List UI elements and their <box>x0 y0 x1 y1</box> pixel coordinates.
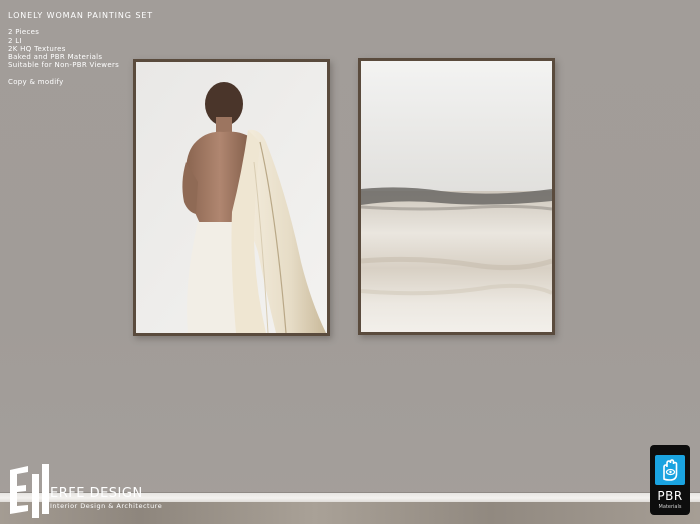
hand-eye-icon <box>655 455 685 485</box>
info-line: 2 Pieces <box>8 28 40 37</box>
permissions-line: Copy & modify <box>8 77 64 86</box>
painting-frame-right <box>358 58 555 335</box>
pbr-badge: PBR Materials <box>650 445 690 515</box>
pbr-label: PBR <box>657 489 683 503</box>
info-line: Suitable for Non-PBR Viewers <box>8 61 120 70</box>
painting-woman <box>136 62 327 333</box>
info-line: 2K HQ Textures <box>8 44 66 53</box>
painting-frame-left <box>133 59 330 336</box>
brand-name: ERFE DESIGN <box>50 486 143 501</box>
info-line: Baked and PBR Materials <box>8 53 103 62</box>
horizon-painting-art <box>361 61 552 332</box>
woman-painting-art <box>136 62 327 333</box>
product-title: LONELY WOMAN PAINTING SET <box>8 11 154 20</box>
brand-tagline: Interior Design & Architecture <box>50 502 163 510</box>
pbr-sublabel: Materials <box>658 504 682 510</box>
info-line: 2 LI <box>8 36 22 45</box>
painting-horizon <box>361 61 552 332</box>
product-info: LONELY WOMAN PAINTING SET 2 Pieces 2 LI … <box>8 11 154 86</box>
